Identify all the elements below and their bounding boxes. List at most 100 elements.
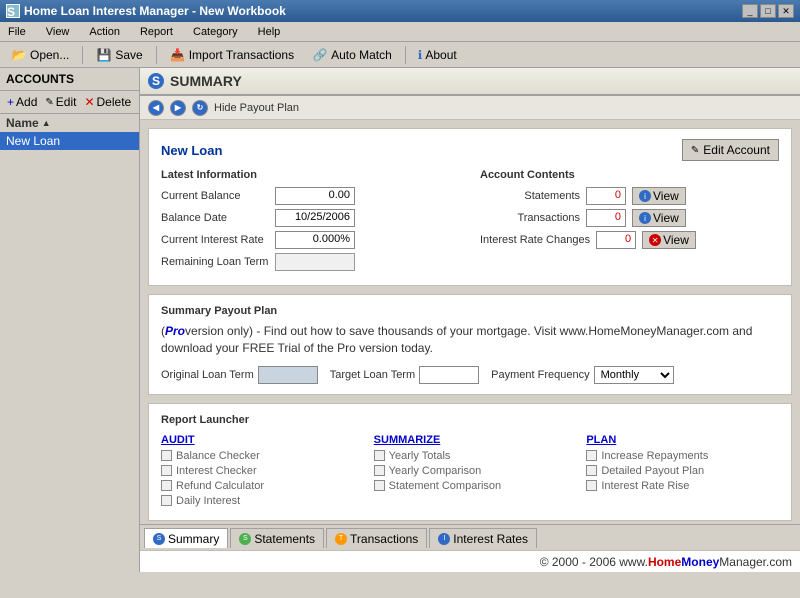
refund-calc-item: Refund Calculator: [161, 480, 354, 492]
balance-date-row: Balance Date 10/25/2006: [161, 209, 460, 227]
toolbar-separator-2: [156, 46, 157, 64]
transactions-view-button[interactable]: i View: [632, 209, 686, 227]
forward-button[interactable]: ▶: [170, 100, 186, 116]
interest-checker-label[interactable]: Interest Checker: [176, 465, 257, 477]
yearly-totals-label[interactable]: Yearly Totals: [389, 450, 451, 462]
about-icon: ℹ: [418, 48, 423, 62]
interest-checker-item: Interest Checker: [161, 465, 354, 477]
report-grid: AUDIT Balance Checker Interest Checker R…: [161, 434, 779, 510]
window-title: Home Loan Interest Manager - New Workboo…: [24, 4, 286, 18]
menu-category[interactable]: Category: [189, 25, 242, 39]
tab-transactions[interactable]: T Transactions: [326, 528, 427, 548]
daily-interest-label[interactable]: Daily Interest: [176, 495, 240, 507]
payout-plan-description: (Proversion only) - Find out how to save…: [161, 323, 779, 358]
target-term-input[interactable]: [419, 366, 479, 384]
payment-freq-select[interactable]: Monthly Fortnightly Weekly: [594, 366, 674, 384]
delete-icon: ✕: [84, 95, 94, 109]
refresh-button[interactable]: ↻: [192, 100, 208, 116]
target-term-field: Target Loan Term: [330, 366, 479, 384]
automatch-button[interactable]: 🔗 Auto Match: [305, 44, 399, 66]
payout-plan-panel: Summary Payout Plan (Proversion only) - …: [148, 294, 792, 395]
tab-summary[interactable]: S Summary: [144, 528, 228, 548]
title-bar: S Home Loan Interest Manager - New Workb…: [0, 0, 800, 22]
window-controls: _ □ ✕: [742, 4, 794, 18]
yearly-comparison-item: Yearly Comparison: [374, 465, 567, 477]
report-launcher-title: Report Launcher: [161, 414, 779, 426]
yearly-comparison-checkbox[interactable]: [374, 465, 385, 476]
open-icon: 📂: [11, 47, 27, 63]
payout-plan-title: Summary Payout Plan: [161, 305, 779, 317]
remaining-term-row: Remaining Loan Term: [161, 253, 460, 271]
interest-changes-value: 0: [596, 231, 636, 249]
hide-payout-button[interactable]: Hide Payout Plan: [214, 102, 299, 114]
close-button[interactable]: ✕: [778, 4, 794, 18]
save-button[interactable]: 💾 Save: [89, 44, 149, 66]
toolbar-separator-3: [405, 46, 406, 64]
edit-account-btn[interactable]: ✎ Edit Account: [682, 139, 779, 161]
summary-header: S SUMMARY: [140, 68, 800, 96]
statement-comparison-checkbox[interactable]: [374, 480, 385, 491]
minimize-button[interactable]: _: [742, 4, 758, 18]
bottom-tabs: S Summary S Statements T Transactions I …: [140, 524, 800, 550]
copyright-text: © 2000 - 2006 www.HomeMoneyManager.com: [540, 555, 792, 569]
automatch-icon: 🔗: [312, 47, 328, 63]
interest-checker-checkbox[interactable]: [161, 465, 172, 476]
target-term-label: Target Loan Term: [330, 369, 415, 381]
sidebar-item-new-loan[interactable]: New Loan: [0, 132, 139, 150]
increase-repayments-checkbox[interactable]: [586, 450, 597, 461]
summary-tab-icon: S: [153, 533, 165, 545]
maximize-button[interactable]: □: [760, 4, 776, 18]
loan-title: New Loan: [161, 143, 222, 158]
menu-bar: File View Action Report Category Help: [0, 22, 800, 42]
add-account-button[interactable]: + Add: [4, 94, 40, 110]
interest-changes-view-button[interactable]: ✕ View: [642, 231, 696, 249]
name-column-header: Name ▲: [0, 114, 139, 132]
interest-rate-rise-checkbox[interactable]: [586, 480, 597, 491]
tab-interest-rates[interactable]: I Interest Rates: [429, 528, 537, 548]
original-term-input[interactable]: [258, 366, 318, 384]
statements-view-button[interactable]: i View: [632, 187, 686, 205]
sidebar-header: ACCOUNTS: [0, 68, 139, 91]
menu-file[interactable]: File: [4, 25, 30, 39]
about-button[interactable]: ℹ About: [412, 46, 463, 64]
current-balance-row: Current Balance 0.00: [161, 187, 460, 205]
balance-checker-checkbox[interactable]: [161, 450, 172, 461]
transactions-tab-icon: T: [335, 533, 347, 545]
open-button[interactable]: 📂 Open...: [4, 44, 76, 66]
balance-checker-label[interactable]: Balance Checker: [176, 450, 260, 462]
menu-report[interactable]: Report: [136, 25, 177, 39]
summary-toolbar: ◀ ▶ ↻ Hide Payout Plan: [140, 96, 800, 120]
menu-view[interactable]: View: [42, 25, 74, 39]
view-icon-1: i: [639, 190, 651, 202]
sidebar: ACCOUNTS + Add ✎ Edit ✕ Delete Name ▲ Ne…: [0, 68, 140, 572]
copyright-bar: © 2000 - 2006 www.HomeMoneyManager.com: [140, 550, 800, 572]
import-button[interactable]: 📥 Import Transactions: [163, 44, 301, 66]
latest-info-col: Latest Information Current Balance 0.00 …: [161, 169, 460, 275]
menu-help[interactable]: Help: [254, 25, 285, 39]
back-button[interactable]: ◀: [148, 100, 164, 116]
info-section: Latest Information Current Balance 0.00 …: [161, 169, 779, 275]
interest-rate-rise-label[interactable]: Interest Rate Rise: [601, 480, 689, 492]
app-icon: S: [6, 4, 20, 18]
transactions-label: Transactions: [480, 212, 580, 224]
increase-repayments-label[interactable]: Increase Repayments: [601, 450, 708, 462]
daily-interest-checkbox[interactable]: [161, 495, 172, 506]
balance-date-label: Balance Date: [161, 212, 271, 224]
yearly-totals-checkbox[interactable]: [374, 450, 385, 461]
detailed-payout-checkbox[interactable]: [586, 465, 597, 476]
yearly-comparison-label[interactable]: Yearly Comparison: [389, 465, 482, 477]
delete-account-button[interactable]: ✕ Delete: [81, 94, 134, 110]
statements-label: Statements: [480, 190, 580, 202]
save-icon: 💾: [96, 47, 112, 63]
statement-comparison-item: Statement Comparison: [374, 480, 567, 492]
menu-action[interactable]: Action: [85, 25, 124, 39]
detailed-payout-label[interactable]: Detailed Payout Plan: [601, 465, 704, 477]
tab-statements[interactable]: S Statements: [230, 528, 324, 548]
edit-account-button[interactable]: ✎ Edit: [42, 94, 79, 110]
content-area: S SUMMARY ◀ ▶ ↻ Hide Payout Plan New Loa…: [140, 68, 800, 572]
refund-calc-label[interactable]: Refund Calculator: [176, 480, 264, 492]
statement-comparison-label[interactable]: Statement Comparison: [389, 480, 502, 492]
interest-rate-value: 0.000%: [275, 231, 355, 249]
content-scroll: New Loan ✎ Edit Account Latest Informati…: [140, 120, 800, 524]
refund-calc-checkbox[interactable]: [161, 480, 172, 491]
